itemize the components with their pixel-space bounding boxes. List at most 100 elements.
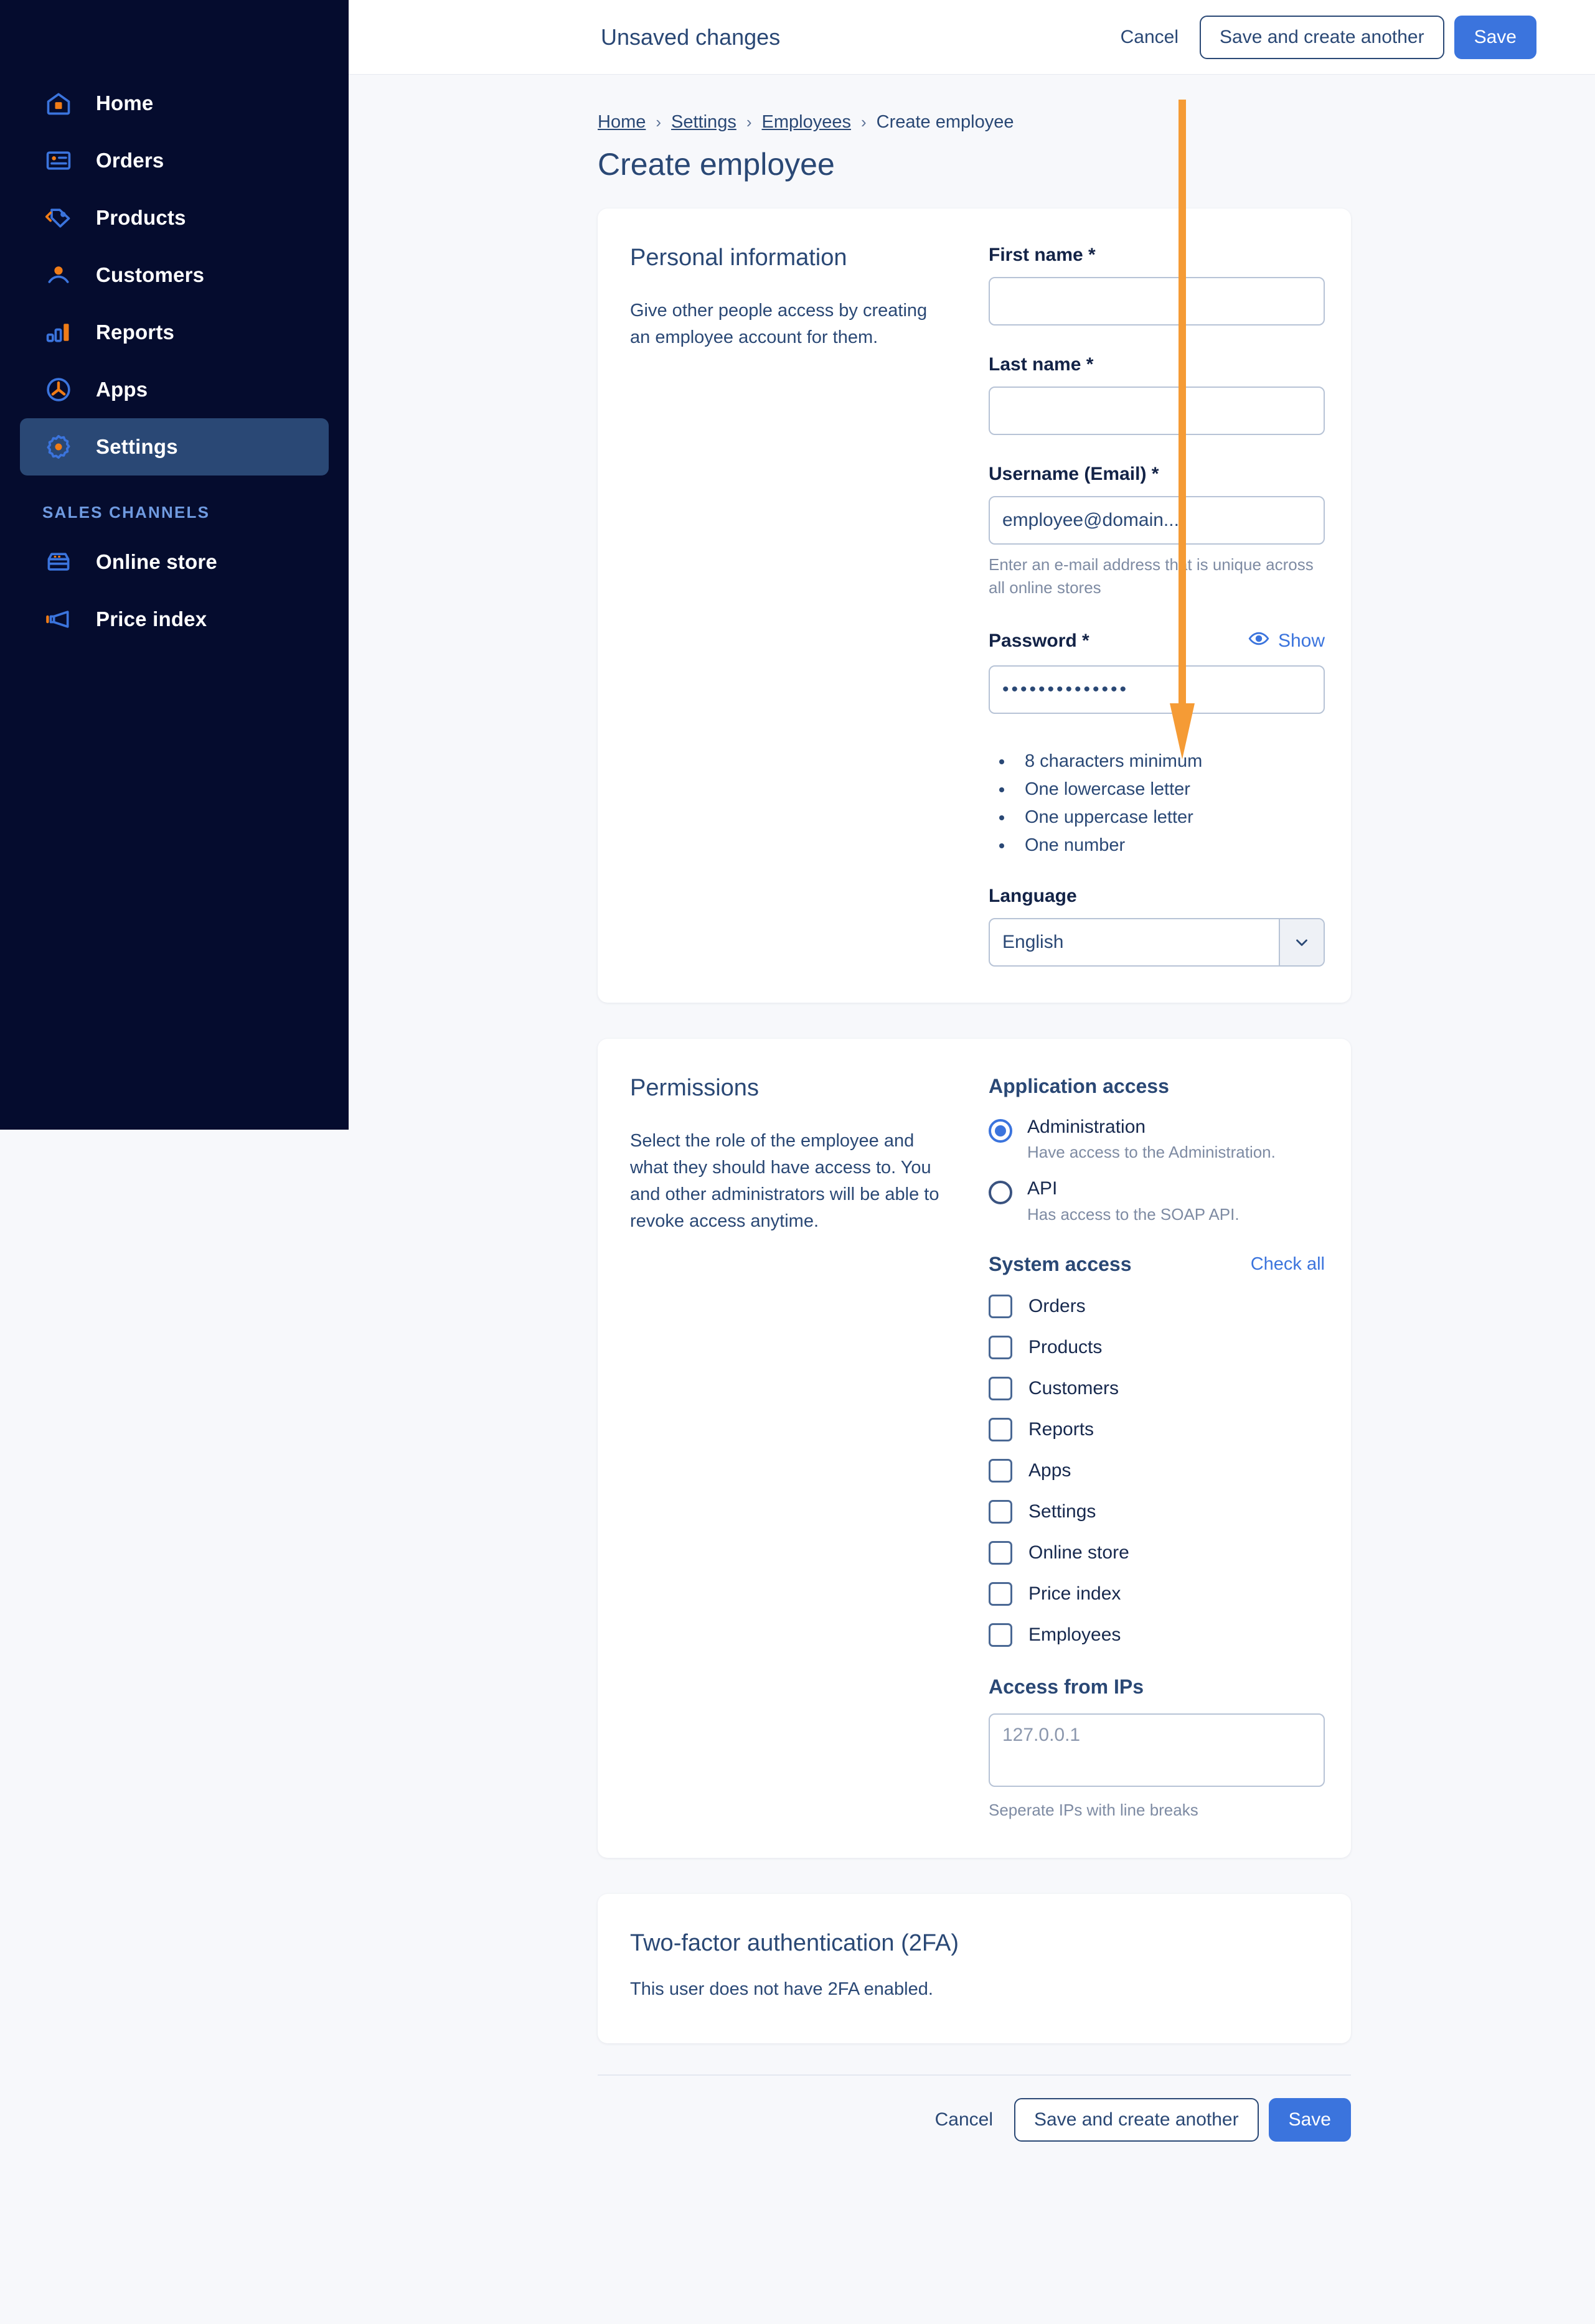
first-name-input[interactable] [989, 277, 1325, 326]
list-item: One uppercase letter [1014, 807, 1325, 828]
topbar-actions: Cancel Save and create another Save [1099, 15, 1536, 59]
checkbox-row-customers[interactable]: Customers [989, 1376, 1325, 1400]
cancel-button[interactable]: Cancel [1099, 16, 1200, 59]
username-field-group: Username (Email) * Enter an e-mail addre… [989, 464, 1325, 599]
bar-chart-icon [42, 316, 75, 349]
checkbox-row-products[interactable]: Products [989, 1335, 1325, 1359]
language-select[interactable]: English [989, 917, 1325, 967]
password-requirements-list: 8 characters minimum One lowercase lette… [1014, 751, 1325, 856]
sidebar-item-label: Reports [96, 321, 175, 344]
sidebar-item-settings[interactable]: Settings [20, 418, 329, 476]
language-field-group: Language English [989, 886, 1325, 967]
radio-description: Has access to the SOAP API. [1027, 1204, 1240, 1224]
sidebar-item-label: Customers [96, 263, 205, 286]
home-icon [42, 87, 75, 119]
username-help-text: Enter an e-mail address that is unique a… [989, 555, 1314, 597]
radio-option-administration[interactable]: Administration Have access to the Admini… [989, 1117, 1325, 1163]
check-all-link[interactable]: Check all [1251, 1254, 1325, 1275]
gear-icon [42, 431, 75, 463]
checkbox-label: Online store [1028, 1542, 1129, 1563]
save-button-bottom[interactable]: Save [1268, 2097, 1351, 2142]
password-label: Password * [989, 630, 1089, 651]
list-item: 8 characters minimum [1014, 751, 1325, 772]
checkbox-icon[interactable] [989, 1623, 1012, 1647]
checkbox-icon[interactable] [989, 1417, 1012, 1441]
checkbox-icon[interactable] [989, 1540, 1012, 1565]
personal-information-card: Personal information Give other people a… [598, 209, 1351, 1003]
breadcrumb-settings[interactable]: Settings [671, 112, 736, 133]
access-from-ips-help-text: Seperate IPs with line breaks [989, 1800, 1198, 1819]
list-item: One lowercase letter [1014, 779, 1325, 800]
sidebar-item-label: Price index [96, 607, 207, 630]
checkbox-icon[interactable] [989, 1335, 1012, 1359]
save-and-create-another-button-bottom[interactable]: Save and create another [1014, 2097, 1259, 2142]
bottom-actions: Cancel Save and create another Save [598, 2076, 1351, 2142]
radio-option-api[interactable]: API Has access to the SOAP API. [989, 1178, 1325, 1224]
two-factor-status-text: This user does not have 2FA enabled. [630, 1979, 933, 1999]
sidebar-section-sales-channels: SALES CHANNELS [42, 503, 210, 522]
two-factor-card: Two-factor authentication (2FA) This use… [598, 1893, 1351, 2043]
last-name-input[interactable] [989, 387, 1325, 435]
sidebar: Home Orders Products Customers Reports A… [0, 0, 349, 1130]
sidebar-item-orders[interactable]: Orders [20, 132, 329, 189]
checkbox-icon[interactable] [989, 1376, 1012, 1400]
apps-icon [42, 373, 75, 406]
checkbox-row-online-store[interactable]: Online store [989, 1540, 1325, 1565]
radio-label: Administration [1027, 1116, 1146, 1137]
checkbox-row-settings[interactable]: Settings [989, 1499, 1325, 1524]
breadcrumb-separator-icon: › [656, 113, 662, 131]
last-name-field-group: Last name * [989, 354, 1325, 435]
sidebar-item-label: Settings [96, 435, 178, 458]
checkbox-label: Price index [1028, 1583, 1121, 1604]
personal-information-fields: First name * Last name * Username (Email… [960, 245, 1325, 967]
checkbox-row-price-index[interactable]: Price index [989, 1581, 1325, 1606]
card-description: Select the role of the employee and what… [630, 1130, 939, 1231]
tag-icon [42, 202, 75, 234]
unsaved-changes-status: Unsaved changes [601, 24, 781, 50]
breadcrumb-separator-icon: › [860, 113, 867, 131]
sidebar-item-online-store[interactable]: Online store [20, 533, 329, 591]
store-icon [42, 546, 75, 578]
cancel-button-bottom[interactable]: Cancel [914, 2098, 1014, 2142]
checkbox-label: Apps [1028, 1460, 1071, 1481]
application-access-title: Application access [989, 1074, 1169, 1097]
checkbox-row-reports[interactable]: Reports [989, 1417, 1325, 1441]
sidebar-item-apps[interactable]: Apps [20, 361, 329, 418]
radio-label: API [1027, 1178, 1058, 1199]
personal-information-intro: Personal information Give other people a… [630, 245, 960, 967]
checkbox-row-orders[interactable]: Orders [989, 1294, 1325, 1318]
access-from-ips-textarea[interactable] [989, 1713, 1325, 1787]
sidebar-item-customers[interactable]: Customers [20, 246, 329, 304]
breadcrumb: Home › Settings › Employees › Create emp… [598, 112, 1595, 133]
checkbox-icon[interactable] [989, 1294, 1012, 1318]
language-label: Language [989, 885, 1077, 906]
megaphone-icon [42, 603, 75, 635]
last-name-label: Last name * [989, 354, 1094, 375]
sidebar-item-label: Apps [96, 378, 148, 401]
show-password-toggle[interactable]: Show [1248, 628, 1325, 654]
checkbox-row-apps[interactable]: Apps [989, 1458, 1325, 1483]
save-button[interactable]: Save [1454, 15, 1536, 59]
first-name-label: First name * [989, 245, 1096, 265]
permissions-fields: Application access Administration Have a… [960, 1075, 1325, 1822]
radio-icon-unselected [989, 1181, 1012, 1205]
save-and-create-another-button[interactable]: Save and create another [1200, 15, 1444, 59]
sidebar-item-label: Online store [96, 550, 217, 573]
checkbox-icon[interactable] [989, 1581, 1012, 1606]
sidebar-item-products[interactable]: Products [20, 189, 329, 246]
radio-icon-selected [989, 1118, 1012, 1143]
checkbox-icon[interactable] [989, 1458, 1012, 1483]
sidebar-item-home[interactable]: Home [20, 75, 329, 132]
breadcrumb-employees[interactable]: Employees [762, 112, 851, 133]
breadcrumb-home[interactable]: Home [598, 112, 646, 133]
first-name-field-group: First name * [989, 245, 1325, 326]
password-input[interactable] [989, 665, 1325, 714]
sidebar-item-price-index[interactable]: Price index [20, 591, 329, 648]
checkbox-label: Orders [1028, 1295, 1086, 1316]
topbar: Unsaved changes Cancel Save and create a… [349, 0, 1595, 75]
checkbox-row-employees[interactable]: Employees [989, 1623, 1325, 1647]
username-label: Username (Email) * [989, 464, 1159, 484]
username-input[interactable] [989, 496, 1325, 545]
checkbox-icon[interactable] [989, 1499, 1012, 1524]
sidebar-item-reports[interactable]: Reports [20, 304, 329, 361]
